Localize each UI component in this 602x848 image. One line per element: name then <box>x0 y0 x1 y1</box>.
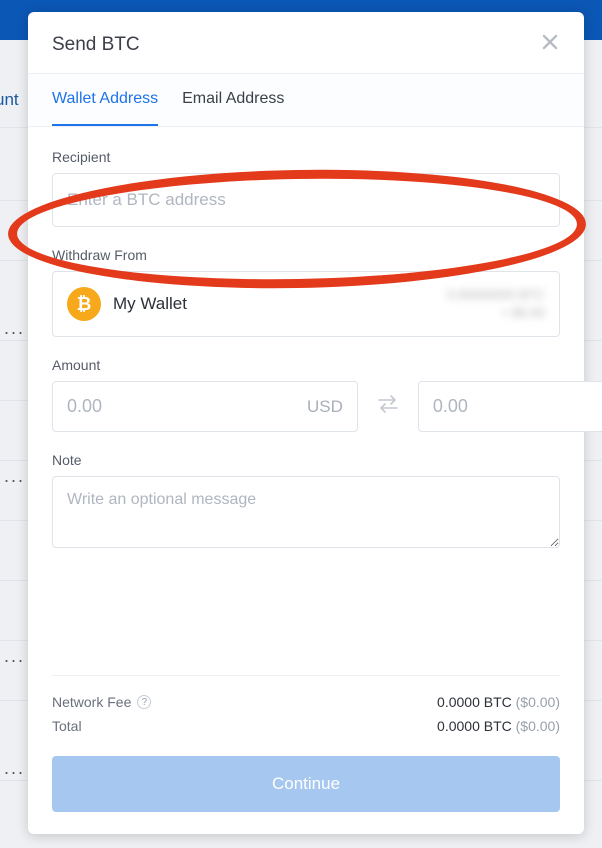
amount-crypto-input[interactable] <box>433 396 602 417</box>
close-button[interactable] <box>540 32 560 57</box>
withdraw-from-label: Withdraw From <box>52 247 560 263</box>
transaction-summary: Network Fee ? 0.0000 BTC ($0.00) Total 0… <box>52 675 560 738</box>
modal-header: Send BTC <box>28 12 584 73</box>
note-input[interactable] <box>52 476 560 548</box>
send-modal: Send BTC Wallet Address Email Address Re… <box>28 12 584 834</box>
bitcoin-icon: ₿ <box>67 287 101 321</box>
recipient-group: Recipient <box>52 149 560 227</box>
tab-wallet-address[interactable]: Wallet Address <box>52 74 158 126</box>
total-value: 0.0000 BTC ($0.00) <box>437 718 560 734</box>
modal-title: Send BTC <box>52 34 140 56</box>
recipient-address-input[interactable] <box>52 173 560 227</box>
note-label: Note <box>52 452 560 468</box>
background-ellipsis: ... <box>4 646 25 667</box>
continue-button[interactable]: Continue <box>52 756 560 812</box>
recipient-type-tabs: Wallet Address Email Address <box>28 73 584 127</box>
amount-crypto-field[interactable]: BTC <box>418 381 602 432</box>
network-fee-value: 0.0000 BTC ($0.00) <box>437 694 560 710</box>
background-side-label: unt <box>0 90 19 110</box>
recipient-label: Recipient <box>52 149 560 165</box>
amount-fiat-input[interactable] <box>67 396 299 417</box>
background-ellipsis: ... <box>4 318 25 339</box>
wallet-selector[interactable]: ₿ My Wallet 0.00000000 BTC ≈ $0.00 <box>52 271 560 337</box>
swap-currency-button[interactable] <box>372 390 404 423</box>
help-icon[interactable]: ? <box>137 695 151 709</box>
wallet-balance: 0.00000000 BTC ≈ $0.00 <box>447 286 545 322</box>
amount-label: Amount <box>52 357 560 373</box>
withdraw-from-group: Withdraw From ₿ My Wallet 0.00000000 BTC… <box>52 247 560 337</box>
note-group: Note <box>52 452 560 553</box>
tab-email-address[interactable]: Email Address <box>182 74 284 126</box>
background-ellipsis: ... <box>4 466 25 487</box>
amount-group: Amount USD BTC <box>52 357 560 432</box>
modal-body: Recipient Withdraw From ₿ My Wallet 0.00… <box>28 127 584 834</box>
close-icon <box>540 32 560 52</box>
swap-horizontal-icon <box>376 394 400 414</box>
amount-fiat-unit: USD <box>307 397 343 417</box>
network-fee-label: Network Fee ? <box>52 694 151 710</box>
wallet-name: My Wallet <box>113 294 187 314</box>
background-ellipsis: ... <box>4 758 25 779</box>
total-label: Total <box>52 718 82 734</box>
amount-fiat-field[interactable]: USD <box>52 381 358 432</box>
